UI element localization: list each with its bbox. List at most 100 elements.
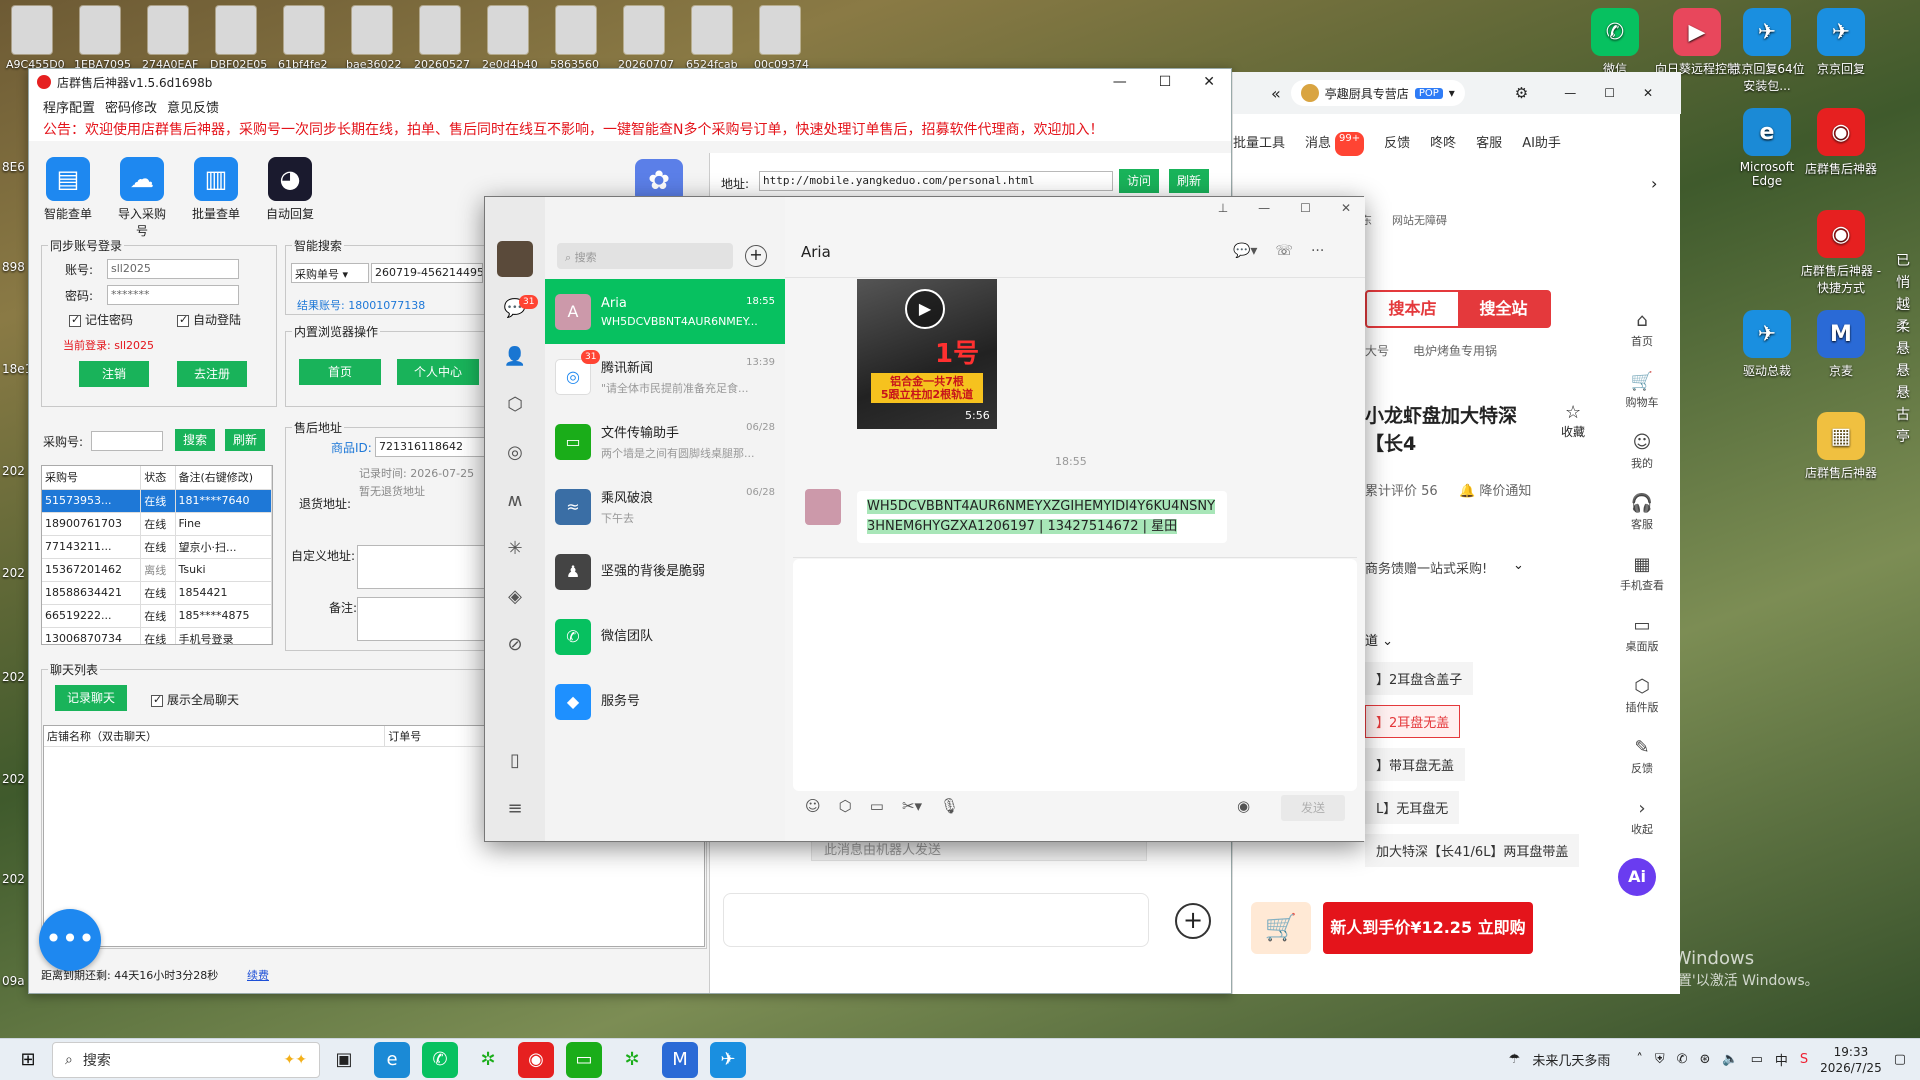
accounts-table[interactable]: 采购号 状态 备注(右键修改) 51573953... 在线 181****7640 18… (41, 465, 273, 645)
cart-add-icon[interactable]: 🛒 (1251, 902, 1311, 954)
search-store-button[interactable]: 搜本店 (1367, 292, 1458, 326)
sticker-icon[interactable]: ⬡ (839, 797, 852, 815)
address-input[interactable]: http://mobile.yangkeduo.com/personal.htm… (759, 171, 1113, 191)
table-row[interactable]: 13006870734 在线 手机号登录 (42, 627, 272, 644)
desktop-file-icon[interactable] (284, 6, 324, 54)
accounts-header[interactable]: 状态 (140, 466, 176, 490)
visit-button[interactable]: 访问 (1119, 169, 1159, 193)
wx-min-icon[interactable]: — (1258, 201, 1270, 219)
chat-list-item[interactable]: ◆ 服务号 (545, 669, 785, 734)
minimize-icon[interactable]: — (1113, 74, 1127, 90)
spec-option[interactable]: 】2耳盘无盖 (1365, 705, 1461, 738)
browser-nav-item[interactable]: 网站无障碍 (1392, 212, 1447, 228)
product-id-input[interactable]: 721316118642 (375, 437, 485, 457)
search-all-button[interactable]: 搜全站 (1458, 292, 1549, 326)
ai-assistant-icon[interactable]: Ai (1618, 858, 1656, 896)
show-all-chat-checkbox[interactable]: 展示全局聊天 (151, 691, 239, 708)
wx-max-icon[interactable]: ☐ (1300, 201, 1311, 219)
task-view-icon[interactable]: ▣ (326, 1042, 362, 1078)
tray-network-icon[interactable]: ⊛ (1700, 1052, 1711, 1067)
spec-option[interactable]: 】2耳盘含盖子 (1365, 662, 1474, 695)
app-titlebar[interactable]: 店群售后神器v1.5.6d1698b — ☐ ✕ (29, 69, 1231, 95)
more-icon[interactable]: ··· (1311, 243, 1324, 259)
scissors-icon[interactable]: ✂▾ (902, 797, 922, 815)
new-chat-icon[interactable]: + (745, 245, 767, 267)
notification-icon[interactable]: ▢ (1894, 1052, 1906, 1067)
desktop-shortcut[interactable]: ▦ 店群售后神器 (1798, 412, 1884, 481)
peer-avatar[interactable] (805, 489, 841, 525)
desktop-file-icon[interactable] (624, 6, 664, 54)
close-icon[interactable]: ✕ (1203, 74, 1215, 90)
desktop-file-icon[interactable] (488, 6, 528, 54)
browser-toolbar-item[interactable]: 消息 (1305, 132, 1331, 156)
taskbar-jjhf-icon[interactable]: ✈ (710, 1041, 746, 1078)
browser-toolbar-item[interactable]: 反馈 (1384, 132, 1410, 156)
side-panel-item[interactable]: › 收起 (1616, 798, 1668, 837)
maximize-icon[interactable]: ☐ (1159, 74, 1172, 90)
tool-button[interactable]: ◕ 自动回复 (263, 157, 317, 239)
desktop-file-icon[interactable] (12, 6, 52, 54)
window-max-icon[interactable]: ☐ (1604, 86, 1615, 100)
mic-icon[interactable]: 🎙 (940, 797, 959, 815)
add-icon[interactable]: + (1175, 903, 1211, 939)
browser-refresh-button[interactable]: 刷新 (1169, 169, 1209, 193)
desktop-file-icon[interactable] (420, 6, 460, 54)
desktop-file-icon[interactable] (80, 6, 120, 54)
table-row[interactable]: 15367201462 离线 Tsuki (42, 558, 272, 582)
purchase-refresh-button[interactable]: 刷新 (225, 429, 265, 451)
side-panel-item[interactable]: ⌂ 首页 (1616, 310, 1668, 349)
contacts-icon[interactable]: 👤 (503, 345, 527, 369)
taskbar-app-icon[interactable]: ✲ (470, 1042, 506, 1078)
wechat-search-input[interactable]: ⌕ 搜索 (557, 243, 733, 269)
desktop-shortcut[interactable]: ✈ 京京回复 (1798, 8, 1884, 77)
my-avatar[interactable] (497, 241, 533, 277)
side-panel-item[interactable]: ⬡ 插件版 (1616, 676, 1668, 715)
search-type-select[interactable]: 采购单号 ▾ (291, 263, 369, 283)
home-button[interactable]: 首页 (299, 359, 381, 385)
clock[interactable]: 19:33 2026/7/25 (1820, 1044, 1882, 1076)
tool-button[interactable]: ☁ 导入采购号 (115, 157, 169, 239)
taskbar-app2-icon[interactable]: ✲ (614, 1042, 650, 1078)
note-input[interactable] (357, 597, 485, 641)
browser-toolbar-item[interactable]: AI助手 (1522, 132, 1561, 156)
spec-option[interactable]: 加大特深【长41/6L】两耳盘带盖 (1365, 834, 1580, 867)
tool-button[interactable]: ▤ 智能查单 (41, 157, 95, 239)
video-call-icon[interactable]: ☏ (1275, 243, 1293, 259)
password-input[interactable]: ******* (107, 285, 239, 305)
voice-call-icon[interactable]: 💬▾ (1233, 243, 1257, 259)
table-row[interactable]: 18900761703 在线 Fine (42, 512, 272, 536)
menu-config[interactable]: 程序配置 (43, 97, 95, 116)
desktop-shortcut[interactable]: ◉ 店群售后神器 (1798, 108, 1884, 177)
chat-table-header[interactable]: 店铺名称（双击聊天） (44, 726, 386, 747)
embedded-chat-input[interactable] (723, 893, 1149, 947)
tray-display-icon[interactable]: ▭ (1751, 1052, 1763, 1067)
tray-volume-icon[interactable]: 🔈 (1722, 1052, 1738, 1067)
table-row[interactable]: 51573953... 在线 181****7640 (42, 489, 272, 513)
menu-icon[interactable]: ≡ (503, 797, 527, 821)
forward-icon[interactable]: › (1651, 174, 1657, 193)
chat-list-item[interactable]: A Aria 18:55 WH5DCVBBNT4AUR6NMEY... (545, 279, 785, 344)
mini-program-icon[interactable]: ◈ (503, 585, 527, 609)
desktop-shortcut[interactable]: ✆ 微信 (1572, 8, 1658, 77)
taskbar-chat-icon[interactable]: ▭ (566, 1041, 602, 1078)
order-number-input[interactable]: 260719-456214495521 (371, 263, 483, 283)
price-notify[interactable]: 🔔 降价通知 (1459, 480, 1531, 499)
favorites-icon[interactable]: ⬡ (503, 393, 527, 417)
tray-expand-icon[interactable]: ˄ (1636, 1052, 1643, 1067)
browser-toolbar-item[interactable]: 客服 (1476, 132, 1502, 156)
autologin-checkbox[interactable]: 自动登陆 (177, 311, 241, 328)
folder-icon[interactable]: ▭ (870, 797, 884, 815)
desktop-file-icon[interactable] (760, 6, 800, 54)
spec-option[interactable]: L】无耳盘无 (1365, 791, 1460, 824)
accounts-header[interactable]: 备注(右键修改) (175, 466, 272, 490)
side-panel-item[interactable]: ☺ 我的 (1616, 432, 1668, 471)
remember-checkbox[interactable]: 记住密码 (69, 311, 133, 328)
collapse-icon[interactable]: « (1271, 84, 1281, 103)
settings-icon[interactable]: ⚙ (1515, 84, 1528, 102)
menu-password[interactable]: 密码修改 (105, 97, 157, 116)
desktop-file-icon[interactable] (556, 6, 596, 54)
phone-icon[interactable]: ▯ (503, 749, 527, 773)
pin-icon[interactable]: ⊥ (1218, 201, 1228, 219)
side-panel-item[interactable]: 🛒 购物车 (1616, 371, 1668, 410)
spec-option[interactable]: 】带耳盘无盖 (1365, 748, 1466, 781)
